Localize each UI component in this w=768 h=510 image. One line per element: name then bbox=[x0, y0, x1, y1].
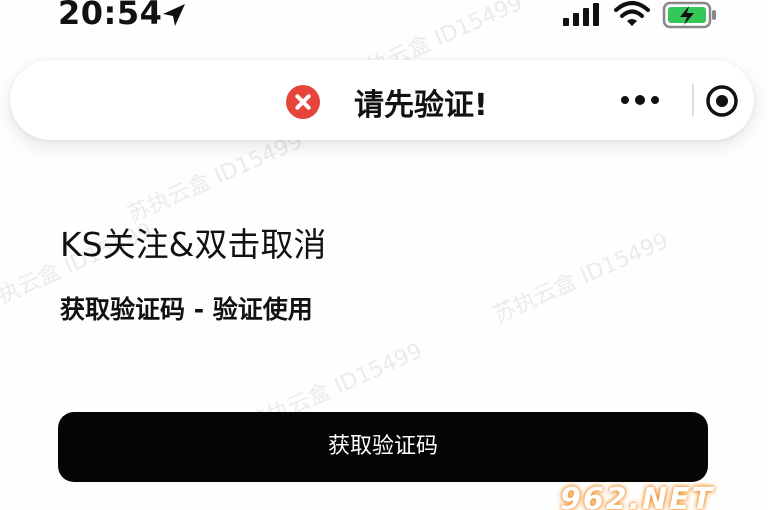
page-subtitle: 获取验证码 - 验证使用 bbox=[60, 295, 313, 324]
page-title: KS关注&双击取消 bbox=[60, 225, 327, 264]
get-verification-code-button[interactable]: 获取验证码 bbox=[58, 412, 708, 482]
watermark-text: 苏执云盒 ID15499 bbox=[490, 228, 673, 329]
close-miniprogram-icon[interactable] bbox=[704, 83, 740, 119]
site-logo: 962.NET bbox=[560, 482, 715, 510]
miniprogram-capsule bbox=[596, 72, 766, 128]
status-bar: 20:54 bbox=[0, 0, 768, 40]
location-arrow-icon bbox=[163, 4, 185, 26]
cellular-signal-icon bbox=[563, 3, 599, 26]
screen: 苏执云盒 ID15499 苏执云盒 ID15499 苏执云盒 ID15499 苏… bbox=[0, 0, 768, 510]
more-dots-icon[interactable] bbox=[612, 86, 674, 114]
toast-message: 请先验证! bbox=[354, 88, 488, 123]
capsule-divider bbox=[692, 84, 694, 116]
battery-charging-icon bbox=[662, 1, 716, 29]
status-time: 20:54 bbox=[58, 0, 163, 32]
toast-bar: 请先验证! bbox=[10, 60, 754, 140]
wifi-icon bbox=[614, 1, 650, 26]
error-circle-icon bbox=[286, 85, 320, 119]
